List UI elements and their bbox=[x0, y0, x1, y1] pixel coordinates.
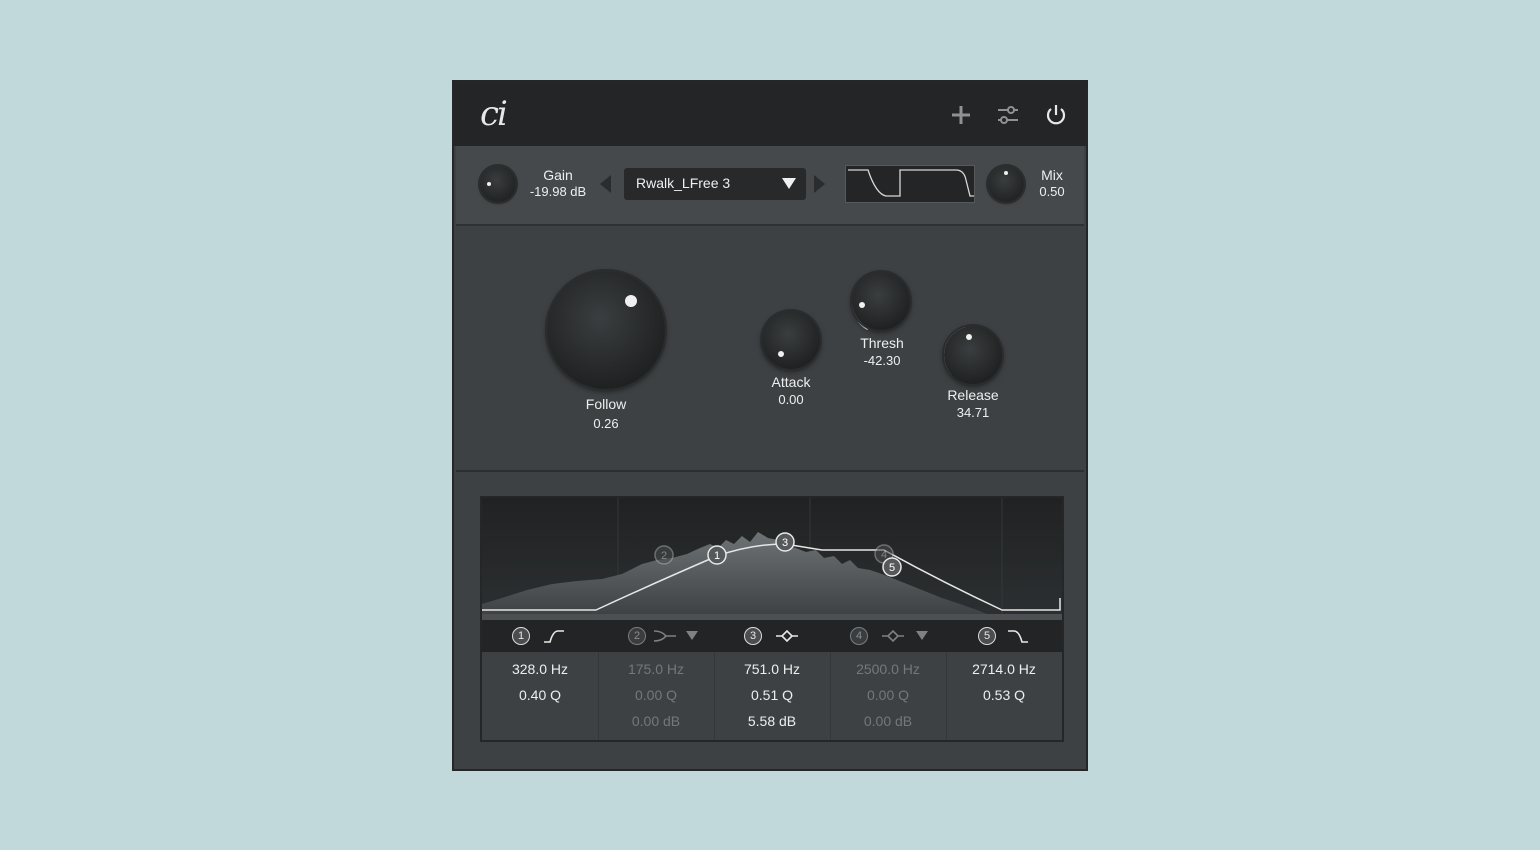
top-bar: Gain -19.98 dB Rwalk_LFree 3 Mix 0.50 bbox=[456, 146, 1084, 226]
bell-icon[interactable] bbox=[880, 628, 906, 644]
band-4-number[interactable]: 4 bbox=[850, 627, 868, 645]
band-1-selector[interactable]: 1 bbox=[482, 620, 598, 652]
band-1-q[interactable]: 0.40 Q bbox=[482, 687, 598, 703]
band-5-q[interactable]: 0.53 Q bbox=[946, 687, 1062, 703]
band-3-q[interactable]: 0.51 Q bbox=[714, 687, 830, 703]
band-2-gain[interactable]: 0.00 dB bbox=[598, 713, 714, 729]
band-5-params: 2714.0 Hz 0.53 Q bbox=[946, 652, 1062, 740]
thresh-value: -42.30 bbox=[863, 353, 901, 368]
power-icon[interactable] bbox=[1043, 102, 1069, 128]
eq-node-3: 3 bbox=[775, 532, 795, 552]
thresh-knob[interactable] bbox=[852, 272, 910, 330]
band-2-params: 175.0 Hz 0.00 Q 0.00 dB bbox=[598, 652, 715, 740]
preset-next-button[interactable] bbox=[814, 175, 825, 193]
band-4-selector[interactable]: 4 bbox=[830, 620, 946, 652]
follow-knob[interactable] bbox=[547, 271, 665, 389]
band-3-number[interactable]: 3 bbox=[744, 627, 762, 645]
release-knob-indicator bbox=[966, 334, 972, 340]
band-params: 328.0 Hz 0.40 Q 175.0 Hz 0.00 Q 0.00 dB … bbox=[482, 652, 1062, 740]
plugin-window: ci Gain -19.98 dB Rwalk_LFree 3 Mix 0.50… bbox=[452, 80, 1088, 771]
chevron-down-icon[interactable] bbox=[686, 631, 698, 640]
highpass-icon[interactable] bbox=[542, 628, 566, 644]
follow-label: Follow bbox=[585, 396, 627, 412]
band-selector-bar: 1 2 3 4 5 bbox=[482, 620, 1062, 652]
preset-prev-button[interactable] bbox=[600, 175, 611, 193]
mix-value: 0.50 bbox=[1039, 184, 1065, 199]
eq-panel: 2 1 3 4 5 1 2 3 4 5 328.0 Hz 0.40 Q 175.… bbox=[480, 496, 1064, 742]
plus-icon[interactable] bbox=[948, 102, 974, 128]
attack-knob-indicator bbox=[778, 351, 784, 357]
sliders-icon[interactable] bbox=[995, 102, 1021, 128]
shelf-icon[interactable] bbox=[652, 628, 678, 644]
band-1-freq[interactable]: 328.0 Hz bbox=[482, 661, 598, 677]
chevron-down-icon[interactable] bbox=[916, 631, 928, 640]
plugin-header: ci bbox=[454, 82, 1086, 146]
gain-label: Gain bbox=[543, 167, 573, 183]
band-1-number[interactable]: 1 bbox=[512, 627, 530, 645]
release-knob[interactable] bbox=[944, 326, 1002, 384]
band-4-freq[interactable]: 2500.0 Hz bbox=[830, 661, 946, 677]
chevron-down-icon bbox=[782, 178, 796, 189]
band-4-gain[interactable]: 0.00 dB bbox=[830, 713, 946, 729]
band-5-selector[interactable]: 5 bbox=[946, 620, 1062, 652]
eq-node-2: 2 bbox=[654, 545, 674, 565]
eq-node-5-label: 5 bbox=[889, 562, 895, 574]
band-5-freq[interactable]: 2714.0 Hz bbox=[946, 661, 1062, 677]
thresh-knob-indicator bbox=[859, 302, 865, 308]
band-3-freq[interactable]: 751.0 Hz bbox=[714, 661, 830, 677]
preset-name: Rwalk_LFree 3 bbox=[636, 175, 731, 191]
band-1-params: 328.0 Hz 0.40 Q bbox=[482, 652, 599, 740]
band-4-q[interactable]: 0.00 Q bbox=[830, 687, 946, 703]
follow-value: 0.26 bbox=[593, 416, 619, 431]
band-3-selector[interactable]: 3 bbox=[714, 620, 830, 652]
envelope-controls: Follow 0.26 Attack 0.00 Thresh -42.30 Re… bbox=[456, 226, 1084, 472]
band-4-params: 2500.0 Hz 0.00 Q 0.00 dB bbox=[830, 652, 947, 740]
attack-label: Attack bbox=[771, 374, 811, 390]
bell-icon[interactable] bbox=[774, 628, 800, 644]
gain-knob[interactable] bbox=[480, 166, 516, 202]
eq-section: 2 1 3 4 5 1 2 3 4 5 328.0 Hz 0.40 Q 175.… bbox=[456, 472, 1084, 769]
release-label: Release bbox=[947, 387, 999, 403]
follow-knob-indicator bbox=[625, 295, 637, 307]
band-2-number[interactable]: 2 bbox=[628, 627, 646, 645]
lowpass-icon[interactable] bbox=[1006, 628, 1030, 644]
eq-node-3-label: 3 bbox=[782, 537, 788, 549]
logo: ci bbox=[480, 94, 508, 134]
eq-node-4-label: 4 bbox=[881, 549, 887, 561]
eq-graph[interactable]: 2 1 3 4 5 bbox=[482, 498, 1062, 614]
band-3-params: 751.0 Hz 0.51 Q 5.58 dB bbox=[714, 652, 831, 740]
envelope-shape-icon bbox=[848, 169, 974, 197]
attack-value: 0.00 bbox=[778, 392, 804, 407]
mix-knob-indicator bbox=[1004, 171, 1008, 175]
envelope-shape-preview[interactable] bbox=[845, 165, 975, 203]
eq-node-1: 1 bbox=[707, 545, 727, 565]
preset-dropdown[interactable]: Rwalk_LFree 3 bbox=[624, 168, 806, 200]
mix-knob[interactable] bbox=[988, 166, 1024, 202]
band-2-freq[interactable]: 175.0 Hz bbox=[598, 661, 714, 677]
band-5-number[interactable]: 5 bbox=[978, 627, 996, 645]
band-2-q[interactable]: 0.00 Q bbox=[598, 687, 714, 703]
attack-knob[interactable] bbox=[762, 311, 820, 369]
thresh-label: Thresh bbox=[860, 335, 904, 351]
band-3-gain[interactable]: 5.58 dB bbox=[714, 713, 830, 729]
eq-node-1-label: 1 bbox=[714, 550, 720, 562]
gain-value: -19.98 dB bbox=[529, 184, 587, 199]
eq-node-2-label: 2 bbox=[661, 550, 667, 562]
gain-knob-indicator bbox=[487, 182, 491, 186]
eq-node-5: 5 bbox=[882, 557, 902, 577]
band-2-selector[interactable]: 2 bbox=[598, 620, 714, 652]
release-value: 34.71 bbox=[956, 405, 990, 420]
mix-label: Mix bbox=[1041, 167, 1063, 183]
